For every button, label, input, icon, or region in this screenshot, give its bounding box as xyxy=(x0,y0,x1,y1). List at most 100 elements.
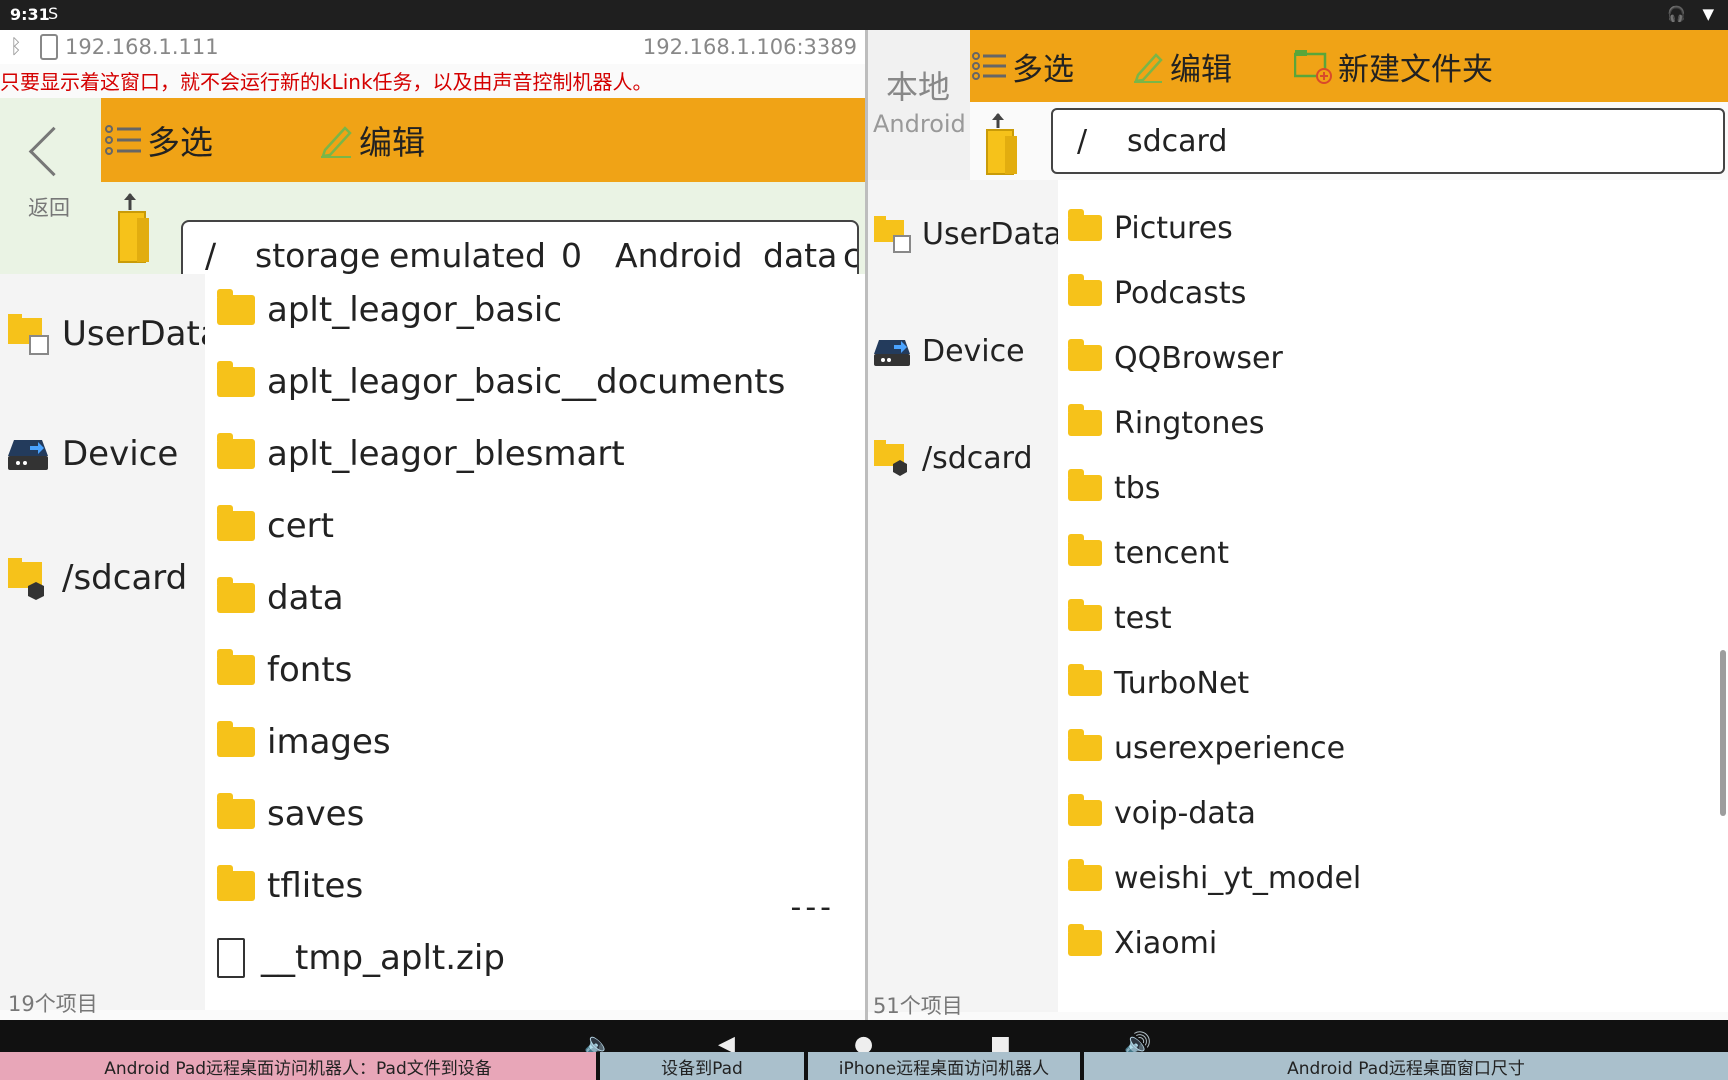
list-item[interactable]: fonts xyxy=(217,634,352,706)
multi-select-button[interactable]: 多选 xyxy=(105,98,213,182)
connection-row: ᛒ 192.168.1.111 192.168.1.106:3389 xyxy=(0,30,865,64)
list-item[interactable]: images xyxy=(217,706,391,778)
edit-button[interactable]: 编辑 xyxy=(1132,30,1232,102)
list-item[interactable]: Xiaomi xyxy=(1068,911,1217,975)
chevron-left-icon xyxy=(28,126,79,177)
file-name: Xiaomi xyxy=(1114,925,1218,961)
list-item[interactable]: saves xyxy=(217,778,364,850)
folder-icon xyxy=(1068,209,1102,241)
sidebar-label: Device xyxy=(62,434,179,474)
list-item[interactable]: TurboNet xyxy=(1068,651,1249,715)
folder-icon xyxy=(217,505,255,541)
new-folder-icon xyxy=(1294,50,1332,84)
file-name: tencent xyxy=(1114,535,1229,571)
list-item[interactable]: test xyxy=(1068,586,1172,650)
pencil-icon xyxy=(321,126,352,158)
sidebar-item-userdata[interactable]: UserData xyxy=(874,214,1062,254)
local-label: 本地 xyxy=(886,68,951,106)
folder-icon xyxy=(1068,404,1102,436)
tab-pad-to-device[interactable]: Android Pad远程桌面访问机器人：Pad文件到设备 xyxy=(0,1052,596,1080)
list-item[interactable]: aplt_leagor_basic xyxy=(217,274,562,346)
path-segment[interactable]: Android xyxy=(615,236,743,275)
tab-device-to-pad[interactable]: 设备到Pad xyxy=(600,1052,804,1080)
list-item[interactable]: tflites xyxy=(217,850,363,922)
tab-label: Android Pad远程桌面访问机器人：Pad文件到设备 xyxy=(104,1058,492,1079)
local-tab[interactable]: 本地 Android xyxy=(868,30,970,180)
path-segment[interactable]: / xyxy=(1077,124,1087,159)
list-item[interactable]: tencent xyxy=(1068,521,1229,585)
tab-iphone-remote[interactable]: iPhone远程桌面访问机器人 xyxy=(808,1052,1080,1080)
list-item[interactable]: tbs xyxy=(1068,456,1160,520)
list-item[interactable]: cert xyxy=(217,490,334,562)
right-pane: 本地 Android 多选 编辑 新建文件夹 / sdcard UserData… xyxy=(868,30,1728,1020)
file-name: data xyxy=(267,578,344,618)
sidebar-item-device[interactable]: Device xyxy=(874,334,1025,369)
file-size: --- xyxy=(790,890,835,925)
list-item[interactable]: Pictures xyxy=(1068,196,1233,260)
folder-icon xyxy=(217,361,255,397)
right-path-bar[interactable]: / sdcard xyxy=(1051,108,1725,174)
list-item[interactable]: userexperience xyxy=(1068,716,1345,780)
parent-folder-icon[interactable] xyxy=(115,192,155,266)
list-item[interactable]: data xyxy=(217,562,344,634)
phone-icon xyxy=(40,34,58,60)
file-name: aplt_leagor_basic__documents xyxy=(267,362,786,402)
new-folder-button[interactable]: 新建文件夹 xyxy=(1294,30,1493,102)
parent-folder-icon[interactable] xyxy=(983,112,1023,178)
file-name: weishi_yt_model xyxy=(1114,860,1362,896)
list-item[interactable]: aplt_leagor_basic__documents xyxy=(217,346,785,418)
folder-icon xyxy=(1068,794,1102,826)
file-name: fonts xyxy=(267,650,353,690)
file-name: Podcasts xyxy=(1114,275,1247,311)
sidebar-item-sdcard[interactable]: /sdcard xyxy=(874,438,1033,478)
sidebar-item-device[interactable]: Device xyxy=(8,434,178,474)
list-item[interactable]: aplt_leagor_blesmart xyxy=(217,418,625,490)
list-item[interactable]: voip-data xyxy=(1068,781,1256,845)
path-segment[interactable]: / xyxy=(205,236,216,275)
folder-icon xyxy=(217,577,255,613)
path-segment[interactable]: sdcard xyxy=(1127,124,1227,159)
list-item[interactable]: QQBrowser xyxy=(1068,326,1283,390)
sidebar-item-userdata[interactable]: UserData xyxy=(8,312,221,356)
path-segment[interactable]: data xyxy=(763,236,837,275)
file-icon xyxy=(217,938,245,978)
userdata-folder-icon xyxy=(874,216,911,253)
tab-window-size[interactable]: Android Pad远程桌面窗口尺寸 xyxy=(1084,1052,1728,1080)
path-segment[interactable]: 0 xyxy=(561,236,582,275)
drive-icon xyxy=(874,339,910,366)
list-item[interactable]: Ringtones xyxy=(1068,391,1264,455)
folder-icon xyxy=(1068,274,1102,306)
file-name: voip-data xyxy=(1114,795,1256,831)
pencil-icon xyxy=(1134,53,1163,83)
file-name: images xyxy=(267,722,391,762)
file-name: test xyxy=(1114,600,1172,636)
file-name: Ringtones xyxy=(1114,405,1265,441)
folder-icon xyxy=(217,649,255,685)
folder-icon xyxy=(217,793,255,829)
file-name: aplt_leagor_basic xyxy=(267,290,563,330)
edit-button[interactable]: 编辑 xyxy=(319,98,425,182)
folder-icon xyxy=(1068,664,1102,696)
checklist-icon xyxy=(105,125,141,155)
path-segment[interactable]: storage xyxy=(255,236,380,275)
file-name: __tmp_aplt.zip xyxy=(261,938,505,978)
tab-label: iPhone远程桌面访问机器人 xyxy=(838,1058,1050,1079)
sidebar-label: Device xyxy=(922,334,1025,369)
left-toolbar: 多选 编辑 xyxy=(101,98,865,182)
multi-select-button[interactable]: 多选 xyxy=(972,30,1074,102)
tab-label: 设备到Pad xyxy=(661,1058,743,1079)
item-count: 51个项目 xyxy=(873,994,963,1018)
file-name: Pictures xyxy=(1114,210,1233,246)
clock: 9:31 xyxy=(10,5,50,24)
sidebar-item-sdcard[interactable]: /sdcard xyxy=(8,556,187,600)
back-button[interactable]: 返回 xyxy=(0,98,101,274)
path-segment[interactable]: emulated xyxy=(389,236,546,275)
tab-label: Android Pad远程桌面窗口尺寸 xyxy=(1287,1058,1525,1079)
scrollbar[interactable] xyxy=(1720,650,1726,816)
list-item[interactable]: __tmp_aplt.zip xyxy=(217,922,505,994)
list-item[interactable]: weishi_yt_model xyxy=(1068,846,1361,910)
path-segment[interactable]: c xyxy=(843,236,857,275)
list-item[interactable]: Podcasts xyxy=(1068,261,1246,325)
remote-ip: 192.168.1.106:3389 xyxy=(642,35,857,59)
back-label: 返回 xyxy=(28,196,70,220)
